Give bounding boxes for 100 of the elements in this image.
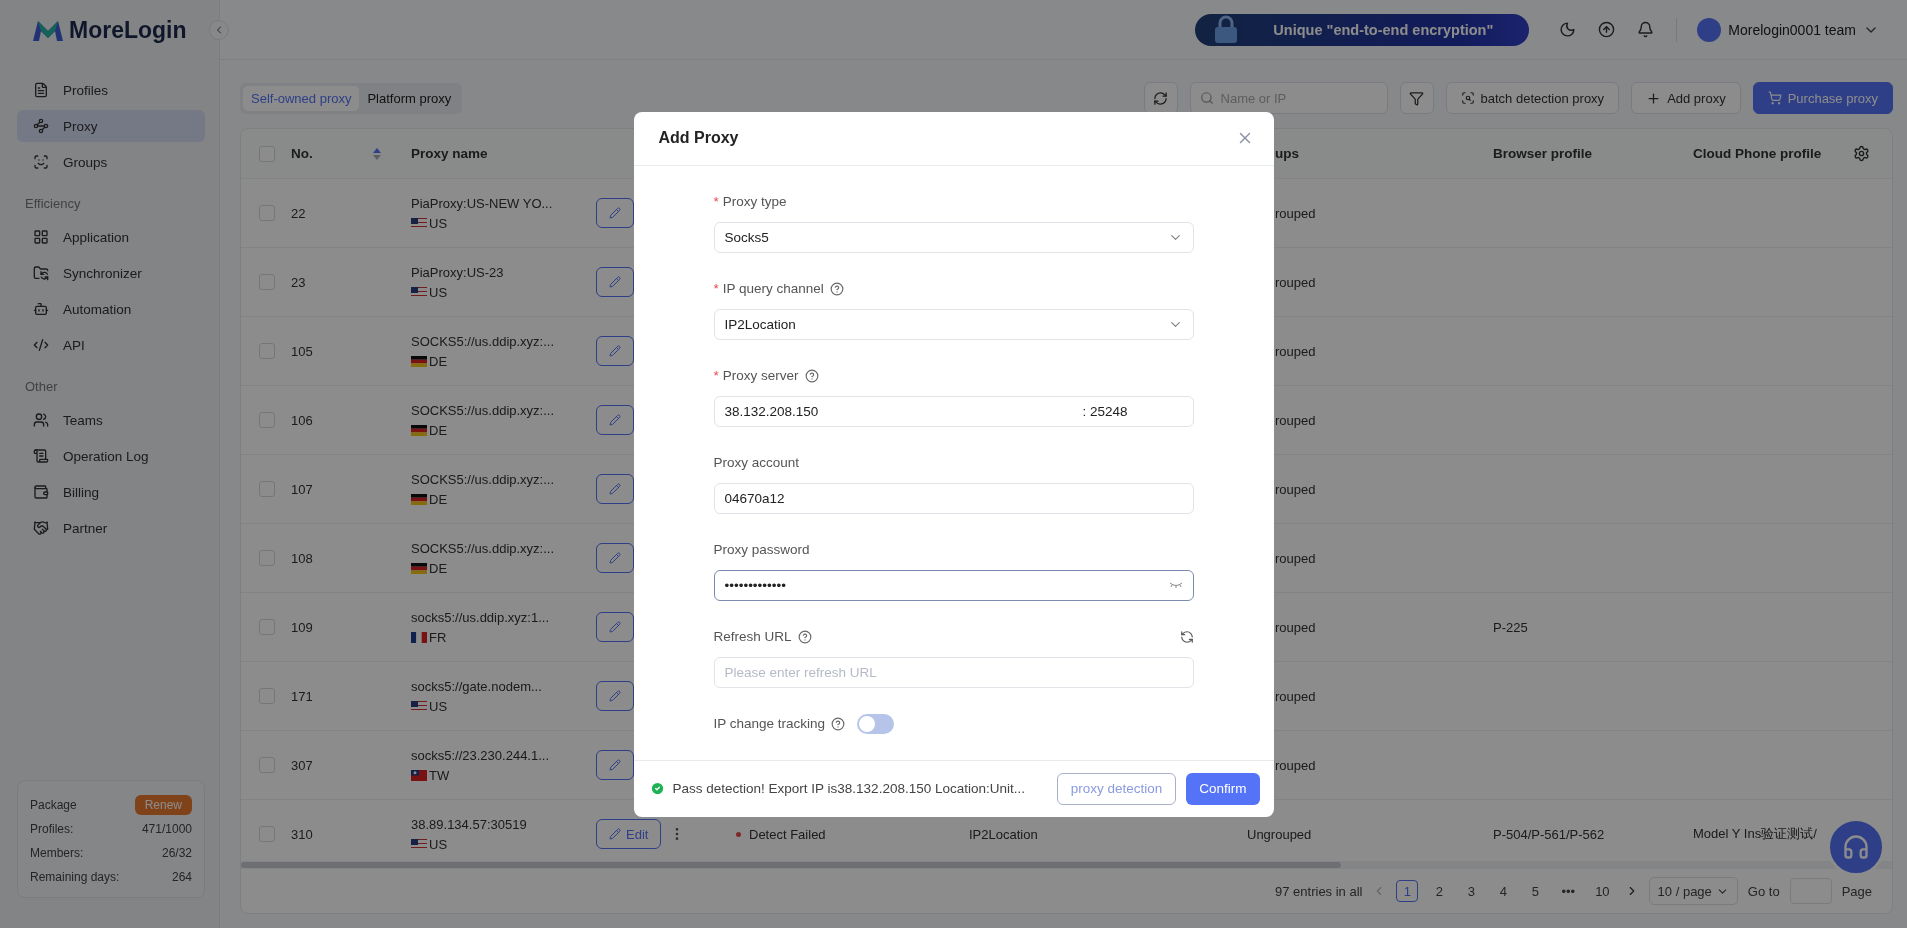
encryption-banner[interactable]: Unique "end-to-end encryption" [1195, 13, 1530, 46]
country-code: DE [429, 353, 448, 369]
table-cell-text: 109 [290, 619, 314, 635]
table-cell-text: P-504/P-561/P-562 [1492, 826, 1606, 842]
add-proxy-button[interactable]: Add proxy [1631, 82, 1741, 114]
check-icon [649, 781, 665, 797]
server-field[interactable]: 38.132.208.150 : 25248 [713, 395, 1194, 427]
sidebar-item[interactable]: Automation [17, 293, 205, 325]
proxy-tab[interactable]: Self-owned proxy [243, 85, 360, 111]
required-mark: * [713, 281, 719, 296]
input-field[interactable]: Please enter refresh URL [713, 656, 1194, 688]
page-number[interactable]: 1 [1396, 880, 1419, 902]
sidebar-item[interactable]: Application [17, 221, 205, 253]
collapse-button[interactable] [209, 20, 229, 40]
password-field[interactable]: ••••••••••••• [713, 569, 1194, 601]
field-label: Proxy type [722, 194, 787, 209]
batch-detection-button[interactable]: batch detection proxy [1445, 82, 1620, 114]
sidebar-item[interactable]: Groups [17, 146, 205, 178]
pencil-icon [609, 414, 621, 426]
edit-button[interactable] [596, 474, 634, 504]
sidebar-item[interactable]: API [17, 329, 205, 361]
sidebar-item[interactable]: Proxy [17, 110, 205, 142]
package-label: Members: [30, 846, 84, 860]
filter-icon [1409, 90, 1425, 106]
edit-button[interactable] [596, 543, 634, 573]
select-field[interactable]: Socks5 [713, 221, 1194, 253]
table-cell-text: Ungrouped [1246, 826, 1313, 842]
plus-icon [1646, 90, 1662, 106]
proxy-name: SOCKS5://us.ddip.xyz:... [411, 540, 556, 556]
app-logo-text: MoreLogin [69, 16, 187, 44]
table-cell-text: P-225 [1492, 619, 1529, 635]
sidebar-item[interactable]: Profiles [17, 74, 205, 106]
horizontal-scrollbar[interactable] [241, 861, 1892, 869]
proxy-name: PiaProxy:US-23 [411, 264, 505, 280]
help-icon[interactable] [804, 368, 819, 383]
edit-button[interactable] [596, 681, 634, 711]
upload-icon[interactable] [1598, 21, 1616, 38]
sidebar-item[interactable]: Synchronizer [17, 257, 205, 289]
proxy-name: socks5://23.230.244.1... [411, 747, 551, 763]
field-label: Proxy account [713, 455, 800, 470]
table-cell-text: 171 [290, 688, 314, 704]
help-icon[interactable] [829, 281, 844, 296]
input-field[interactable]: 04670a12 [713, 482, 1194, 514]
sort-icon[interactable] [372, 147, 381, 160]
edit-button[interactable] [596, 750, 634, 780]
account-name[interactable]: Morelogin0001 team [1728, 21, 1856, 38]
edit-button[interactable]: Edit [596, 819, 662, 849]
goto-label: Go to [1747, 883, 1780, 899]
country-code: US [429, 698, 448, 714]
folder-sync-icon [33, 265, 49, 281]
confirm-button[interactable]: Confirm [1186, 772, 1260, 805]
refresh-icon[interactable] [1179, 629, 1194, 644]
renew-button[interactable]: Renew [134, 795, 192, 815]
handshake-icon [33, 520, 49, 536]
flag-icon [411, 355, 427, 367]
bell-icon[interactable] [1637, 21, 1655, 38]
proxy-tab[interactable]: Platform proxy [359, 85, 460, 111]
table-cell-text: 107 [290, 481, 314, 497]
table-cell-text: 22 [290, 205, 307, 221]
package-value: 471/1000 [141, 822, 192, 836]
document-icon [33, 82, 49, 98]
table-cell-text: 310 [290, 826, 314, 842]
nodes-icon [33, 118, 49, 134]
toggle-switch[interactable] [857, 713, 895, 734]
page-size-select[interactable]: 10 / page [1648, 877, 1738, 905]
moon-icon[interactable] [1559, 21, 1577, 38]
country-code: FR [429, 629, 447, 645]
filter-button[interactable] [1399, 82, 1434, 114]
edit-button[interactable] [596, 267, 634, 297]
table-cell-text: rouped [1274, 343, 1317, 359]
flag-icon [411, 424, 427, 436]
proxy-detection-button[interactable]: proxy detection [1056, 772, 1177, 805]
select-field[interactable]: IP2Location [713, 308, 1194, 340]
table-cell-text: 105 [290, 343, 314, 359]
sidebar-section-heading: Other [24, 379, 59, 394]
sidebar-item[interactable]: Operation Log [17, 440, 205, 472]
column-header: ups [1274, 146, 1300, 161]
purchase-proxy-button[interactable]: Purchase proxy [1752, 82, 1893, 114]
users-icon [33, 412, 49, 428]
table-cell-text: 307 [290, 757, 314, 773]
sidebar-item[interactable]: Partner [17, 512, 205, 544]
sidebar-item[interactable]: Billing [17, 476, 205, 508]
edit-button[interactable] [596, 612, 634, 642]
field-label: IP change tracking [713, 716, 826, 731]
edit-button[interactable] [596, 336, 634, 366]
help-icon[interactable] [797, 629, 812, 644]
table-cell-text: 106 [290, 412, 314, 428]
edit-button[interactable] [596, 405, 634, 435]
team-avatar[interactable] [1697, 17, 1722, 42]
refresh-button[interactable] [1143, 82, 1178, 114]
settings-icon[interactable] [1853, 145, 1870, 162]
help-icon[interactable] [831, 716, 846, 731]
status-dot [736, 831, 741, 837]
field-label: IP query channel [722, 281, 824, 296]
wallet-icon [33, 484, 49, 500]
column-header: Browser profile [1492, 146, 1594, 161]
edit-button[interactable] [596, 198, 634, 228]
sidebar-item[interactable]: Teams [17, 404, 205, 436]
robot-icon [33, 301, 49, 317]
table-cell-text: IP2Location [968, 826, 1039, 842]
